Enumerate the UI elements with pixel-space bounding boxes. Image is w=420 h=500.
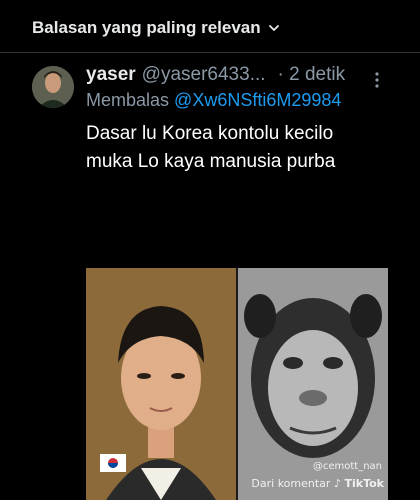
- watermark-handle: @cemott_nan: [312, 461, 382, 472]
- tweet-text-line-2: muka Lo kaya manusia purba: [86, 151, 336, 172]
- tiktok-icon: ♪: [333, 477, 341, 490]
- tweet-media[interactable]: @cemott_nan Dari komentar ♪ TikTok: [86, 268, 388, 500]
- tweet-text-line-1: Dasar lu Korea kontolu kecilo: [86, 123, 334, 144]
- sort-replies-dropdown[interactable]: Balasan yang paling relevan: [32, 18, 281, 38]
- reply-to-link[interactable]: @Xw6NSfti6M29984: [174, 90, 341, 110]
- media-photo-left: [86, 268, 236, 500]
- chevron-down-icon: [267, 21, 281, 35]
- watermark-source: Dari komentar ♪ TikTok: [251, 477, 384, 490]
- timestamp[interactable]: · 2 detik: [278, 64, 346, 86]
- avatar[interactable]: [32, 66, 74, 108]
- reply-prefix: Membalas: [86, 90, 170, 110]
- display-name[interactable]: yaser: [86, 64, 136, 86]
- watermark-source-label: Dari komentar: [251, 477, 331, 490]
- replying-to: Membalas @Xw6NSfti6M29984: [86, 90, 341, 111]
- divider: [0, 52, 420, 53]
- more-options-icon[interactable]: [370, 70, 384, 90]
- tiktok-brand: TikTok: [344, 477, 384, 490]
- tweet-text: Dasar lu Korea kontolu kecilo muka Lo ka…: [86, 120, 406, 176]
- user-handle[interactable]: @yaser6433...: [142, 64, 266, 86]
- sort-label: Balasan yang paling relevan: [32, 18, 261, 37]
- tweet-header: yaser @yaser6433... · 2 detik: [86, 64, 345, 86]
